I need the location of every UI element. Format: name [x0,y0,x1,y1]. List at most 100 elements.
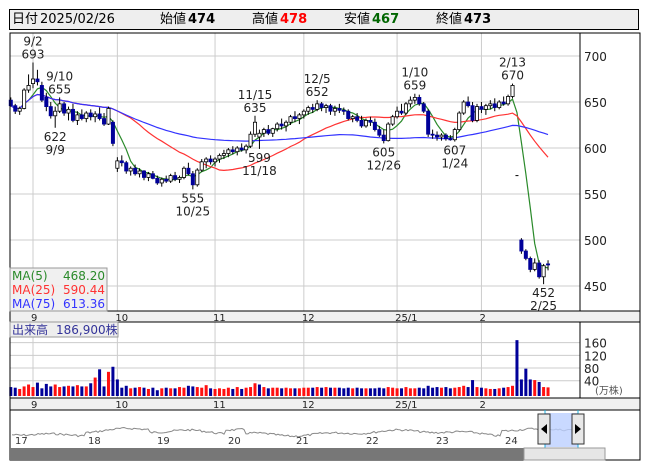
candle-body-down [208,158,213,163]
volume-bar [249,387,253,396]
candle-body-down [173,175,178,180]
volume-bar [426,385,430,396]
volume-bar [75,385,79,396]
candle-body-up [506,96,511,105]
volume-bar [328,387,332,396]
navigator-year-label: 17 [15,436,28,447]
candle-body-down [501,101,506,105]
volume-bar [44,383,48,396]
annotation-price: 599 [248,151,271,165]
stock-chart-widget: 日付 2025/02/26 始値 474 高値 478 安値 467 終値 47… [0,0,653,470]
candle-body-down [141,170,146,178]
volume-bar [275,387,279,396]
candle-body-down [70,108,75,121]
volume-bar [240,388,244,396]
volume-bar [271,387,275,396]
volume-bar [488,388,492,396]
candle-body-down [359,120,364,127]
volume-bar [284,387,288,396]
volume-bar [111,366,115,396]
candle-body-down [292,116,297,119]
candle-body-down [399,110,404,114]
volume-bar [191,386,195,396]
navigator-year-label: 21 [296,436,309,447]
volume-bar [146,388,150,396]
candle-body-up [395,110,400,118]
candle-body-up [452,129,457,141]
candle-body-down [39,85,44,101]
navigator-year-label: 24 [505,436,518,447]
volume-bar [120,387,124,396]
volume-bar [448,388,452,396]
candle-body-down [372,121,377,130]
navigator-scrollbar-thumb[interactable] [523,447,606,461]
candle-body-up [412,97,417,101]
candle-body-up [168,175,173,182]
candle-body-down [62,103,67,114]
annotation-date: 2/13 [499,56,526,70]
candle-body-up [221,153,226,156]
annotation-date: 9/2 [23,34,42,48]
volume-bar [404,387,408,396]
volume-bar [346,387,350,396]
volume-bar [115,379,119,396]
volume-bar [217,388,221,396]
high-label: 高値 [252,12,279,27]
volume-bar [67,385,71,396]
annotation-date: 1/24 [441,157,468,171]
volume-bar [342,388,346,396]
candle-body-down [435,134,440,138]
month-tick-label: 10 [115,400,128,411]
candle-body-up [408,99,413,105]
volume-label: 出来高 [12,322,48,337]
candle-body-up [306,107,311,112]
candle-body-down [519,239,524,252]
volume-bar [13,387,17,396]
candle-body-down [448,138,453,141]
candle-body-up [26,85,31,91]
volume-bar [266,388,270,396]
volume-bar [93,377,97,396]
candle-body-up [315,103,320,110]
candle-body-down [430,133,435,136]
volume-bar [27,384,31,396]
candle-body-up [226,149,231,154]
candle-body-up [288,116,293,123]
volume-bar [213,388,217,396]
candle-body-down [546,263,551,266]
candle-body-up [93,113,98,118]
volume-bar [84,386,88,396]
volume-bar [178,387,182,396]
volume-bar [511,385,515,396]
volume-bar [160,388,164,396]
date-axis-strip [9,310,641,323]
volume-bar [200,387,204,396]
candle-body-down [155,177,160,184]
annotation-date: 12/26 [366,158,401,172]
month-tick-label: 2 [479,313,485,324]
candle-body-down [346,110,351,119]
volume-bar [18,388,22,396]
range-navigator[interactable]: 17181920212223242 [9,409,641,461]
candle-body-up [284,121,289,127]
navigator-year-label: 23 [436,436,449,447]
ma75-value: 613.36 [63,297,105,311]
month-tick-label: 25/1 [395,400,417,411]
navigator-scrollbar-track[interactable] [10,448,605,460]
candle-body-up [22,89,27,109]
candle-body-up [53,110,58,117]
navigator-year-label: 20 [228,436,241,447]
month-tick-label: 11 [213,400,226,411]
volume-bar [155,390,159,396]
volume-bar [537,381,541,396]
volume-bar [360,388,364,396]
volume-bar [169,388,173,396]
candle-body-up [159,178,164,184]
volume-bar [186,385,190,396]
volume-bar [519,379,523,396]
candle-body-down [190,173,195,186]
volume-bar [142,387,146,396]
volume-bar [306,387,310,396]
volume-bar [497,388,501,396]
date-value: 2025/02/26 [40,12,115,27]
